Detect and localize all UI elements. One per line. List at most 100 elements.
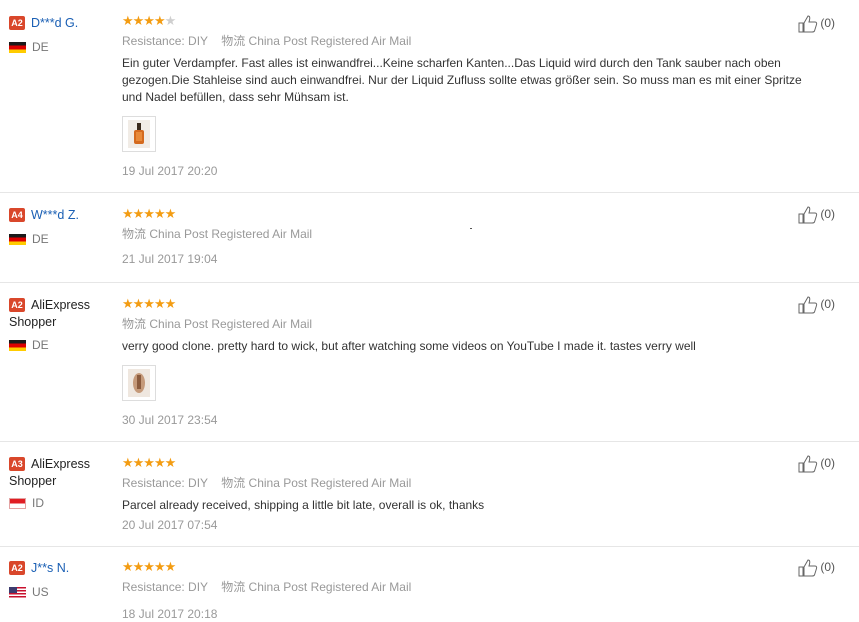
review-attributes: 物流 China Post Registered Air Mail [122, 317, 822, 332]
logistics-label: 物流 [122, 227, 147, 241]
logistics-label: 物流 [221, 476, 246, 490]
helpful-button[interactable]: (0) [798, 455, 835, 473]
star-icon: ★★★★★ [122, 455, 176, 470]
helpful-button[interactable]: (0) [798, 206, 835, 224]
reviewer-info: A2 AliExpress Shopper DE [9, 296, 119, 352]
flag-id-icon [9, 498, 26, 510]
helpful-count: (0) [820, 456, 835, 471]
resistance-value: DIY [188, 580, 208, 594]
flag-us-icon [9, 587, 26, 599]
helpful-count: (0) [820, 560, 835, 575]
star-rating: ★★★★★ [122, 559, 822, 575]
resistance-label: Resistance: [122, 476, 185, 490]
reviewer-info: A2 J**s N. US [9, 559, 119, 599]
stray-pixel [470, 228, 472, 229]
star-empty-icon: ★ [164, 13, 177, 28]
reviewer-name: AliExpress [31, 456, 91, 471]
star-rating: ★★★★★ [122, 13, 822, 29]
review-item: A3 AliExpress Shopper ID ★★★★★ Resistance… [0, 441, 859, 546]
review-photo[interactable] [122, 116, 156, 152]
star-rating: ★★★★★ [122, 296, 822, 312]
resistance-value: DIY [188, 476, 208, 490]
review-body: ★★★★★ Resistance: DIY 物流 China Post Regi… [122, 455, 822, 532]
review-attributes: 物流 China Post Registered Air Mail [122, 227, 822, 242]
review-body: ★★★★★ Resistance: DIY 物流 China Post Regi… [122, 13, 822, 178]
review-text: Parcel already received, shipping a litt… [122, 498, 485, 512]
review-item: A2 D***d G. DE ★★★★★ Resistance: DIY 物流 C… [0, 0, 859, 191]
product-photo-icon [128, 120, 150, 148]
level-badge: A4 [9, 207, 25, 222]
logistics-value: China Post Registered Air Mail [248, 580, 412, 594]
logistics-value: China Post Registered Air Mail [248, 476, 412, 490]
logistics-value: China Post Registered Air Mail [149, 317, 313, 331]
flag-de-icon [9, 340, 26, 352]
helpful-button[interactable]: (0) [798, 15, 835, 33]
logistics-label: 物流 [122, 317, 147, 331]
reviewer-country: US [9, 585, 119, 599]
level-badge: A2 [9, 15, 25, 30]
reviewer-country: DE [9, 338, 119, 352]
review-body: ★★★★★ Resistance: DIY 物流 China Post Regi… [122, 559, 822, 621]
product-photo-icon [128, 369, 150, 397]
review-body: ★★★★★ 物流 China Post Registered Air Mail … [122, 206, 822, 266]
review-body: ★★★★★ 物流 China Post Registered Air Mail … [122, 296, 822, 427]
review-date: 19 Jul 2017 20:20 [122, 164, 218, 178]
level-badge: A2 [9, 297, 25, 312]
star-icon: ★★★★★ [122, 206, 176, 221]
review-text: Ein guter Verdampfer. Fast alles ist ein… [122, 56, 802, 104]
review-item: A2 AliExpress Shopper DE ★★★★★ 物流 China P… [0, 282, 859, 441]
review-attributes: Resistance: DIY 物流 China Post Registered… [122, 476, 822, 491]
review-photo[interactable] [122, 365, 156, 401]
reviewer-info: A4 W***d Z. DE [9, 206, 119, 246]
star-icon: ★★★★★ [122, 559, 176, 574]
review-attributes: Resistance: DIY 物流 China Post Registered… [122, 34, 822, 49]
reviewer-info: A2 D***d G. DE [9, 14, 119, 54]
thumbs-up-icon [798, 296, 818, 314]
star-rating: ★★★★★ [122, 455, 822, 471]
resistance-label: Resistance: [122, 580, 185, 594]
country-code: DE [32, 40, 49, 54]
country-code: DE [32, 232, 49, 246]
reviewer-name-line2: Shopper [9, 474, 57, 488]
review-date: 21 Jul 2017 19:04 [122, 252, 218, 266]
logistics-value: China Post Registered Air Mail [149, 227, 313, 241]
level-badge: A3 [9, 456, 25, 471]
logistics-label: 物流 [221, 580, 246, 594]
thumbs-up-icon [798, 455, 818, 473]
review-item: A2 J**s N. US ★★★★★ Resistance: DIY 物流 Ch… [0, 546, 859, 622]
resistance-value: DIY [188, 34, 208, 48]
reviewer-country: DE [9, 40, 119, 54]
reviewer-country: ID [9, 496, 119, 510]
flag-de-icon [9, 234, 26, 246]
review-text: verry good clone. pretty hard to wick, b… [122, 339, 696, 353]
reviewer-name[interactable]: J**s N. [31, 561, 69, 575]
reviewer-name: AliExpress [31, 297, 91, 312]
helpful-count: (0) [820, 207, 835, 222]
review-attributes: Resistance: DIY 物流 China Post Registered… [122, 580, 822, 595]
review-date: 30 Jul 2017 23:54 [122, 413, 218, 427]
reviewer-name[interactable]: D***d G. [31, 16, 78, 30]
helpful-button[interactable]: (0) [798, 559, 835, 577]
review-date: 20 Jul 2017 07:54 [122, 518, 218, 532]
reviewer-name-line2: Shopper [9, 315, 57, 329]
thumbs-up-icon [798, 206, 818, 224]
helpful-count: (0) [820, 16, 835, 31]
country-code: ID [32, 496, 44, 510]
helpful-count: (0) [820, 297, 835, 312]
reviewer-name[interactable]: W***d Z. [31, 208, 79, 222]
thumbs-up-icon [798, 559, 818, 577]
star-icon: ★★★★★ [122, 296, 176, 311]
review-date: 18 Jul 2017 20:18 [122, 607, 218, 621]
resistance-label: Resistance: [122, 34, 185, 48]
logistics-label: 物流 [221, 34, 246, 48]
review-item: A4 W***d Z. DE ★★★★★ 物流 China Post Regist… [0, 192, 859, 282]
reviewer-country: DE [9, 232, 119, 246]
star-rating: ★★★★★ [122, 206, 822, 222]
level-badge: A2 [9, 560, 25, 575]
star-icon: ★★★★ [122, 13, 166, 28]
thumbs-up-icon [798, 15, 818, 33]
country-code: DE [32, 338, 49, 352]
country-code: US [32, 585, 49, 599]
logistics-value: China Post Registered Air Mail [248, 34, 412, 48]
helpful-button[interactable]: (0) [798, 296, 835, 314]
